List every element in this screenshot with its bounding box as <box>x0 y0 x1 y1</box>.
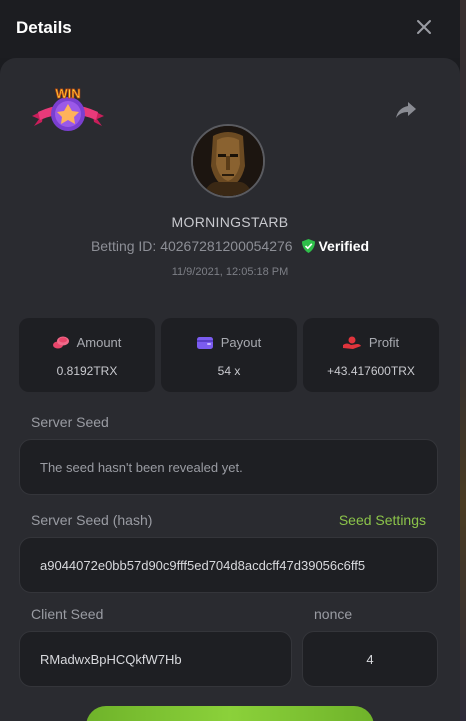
profit-value: +43.417600TRX <box>327 364 415 378</box>
coins-icon <box>52 336 69 349</box>
bet-timestamp: 11/9/2021, 12:05:18 PM <box>171 266 289 278</box>
client-seed-value: RMadwxBpHCQkfW7Hb <box>40 651 182 667</box>
verified-shield-icon <box>302 239 316 253</box>
username: MORNINGSTARB <box>171 214 289 230</box>
betting-id-label: Betting ID: <box>90 238 157 254</box>
share-icon[interactable] <box>394 100 418 120</box>
payout-label-row: Payout <box>161 335 297 350</box>
nonce-field[interactable]: 4 <box>302 631 438 687</box>
server-seed-hash-label: Server Seed (hash) <box>31 512 153 528</box>
server-seed-field[interactable]: The seed hasn't been revealed yet. <box>19 439 438 495</box>
profit-card: Profit +43.417600TRX <box>303 318 439 392</box>
client-seed-field[interactable]: RMadwxBpHCQkfW7Hb <box>19 631 292 687</box>
amount-value: 0.8192TRX <box>56 364 118 378</box>
seed-settings-link[interactable]: Seed Settings <box>339 512 426 528</box>
win-badge-text: WIN <box>55 86 80 101</box>
server-seed-value: The seed hasn't been revealed yet. <box>40 459 243 475</box>
server-seed-hash-field[interactable]: a9044072e0bb57d90c9fff5ed704d8acdcff47d3… <box>19 537 438 593</box>
betting-id-line: Betting ID: 40267281200054276 Verified <box>0 238 460 254</box>
modal-header: Details <box>0 0 460 58</box>
modal-title: Details <box>16 18 72 37</box>
amount-label: Amount <box>76 335 122 350</box>
background-edge <box>460 0 466 721</box>
payout-value: 54 x <box>217 364 241 378</box>
amount-label-row: Amount <box>19 335 155 350</box>
client-seed-label: Client Seed <box>31 606 104 622</box>
betting-id-value: 40267281200054276 <box>160 238 293 254</box>
verified-label: Verified <box>318 238 370 254</box>
bottom-action-button[interactable] <box>86 706 374 721</box>
server-seed-label: Server Seed <box>31 414 109 430</box>
server-seed-hash-value: a9044072e0bb57d90c9fff5ed704d8acdcff47d3… <box>40 557 366 573</box>
hand-coins-icon <box>342 336 361 349</box>
avatar <box>191 124 265 198</box>
amount-card: Amount 0.8192TRX <box>19 318 155 392</box>
close-icon[interactable] <box>414 17 434 37</box>
nonce-value: 4 <box>366 651 374 667</box>
wallet-icon <box>196 337 213 349</box>
profit-label-row: Profit <box>303 335 439 350</box>
profit-label: Profit <box>368 335 400 350</box>
payout-label: Payout <box>220 335 262 350</box>
payout-card: Payout 54 x <box>161 318 297 392</box>
win-badge-icon: WIN <box>30 82 106 138</box>
nonce-label: nonce <box>314 606 353 622</box>
